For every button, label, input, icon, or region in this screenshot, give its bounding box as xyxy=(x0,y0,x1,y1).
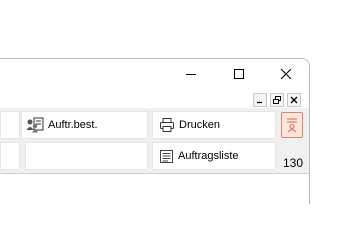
auftragsliste-label: Auftragsliste xyxy=(178,150,239,162)
list-icon xyxy=(160,149,173,163)
mdi-close-icon xyxy=(290,96,298,104)
mdi-close-button[interactable] xyxy=(287,93,301,107)
toolbar-row-2: Auftragsliste 130 xyxy=(0,141,309,172)
auftragsliste-button[interactable]: Auftragsliste xyxy=(156,145,239,167)
drucken-button[interactable]: Drucken xyxy=(156,114,220,136)
row2-cell-left xyxy=(0,142,20,170)
auftr-best-button[interactable]: Auftr.best. xyxy=(23,114,98,136)
record-count: 130 xyxy=(283,156,304,170)
content-area xyxy=(0,173,309,204)
auftr-best-label: Auftr.best. xyxy=(48,119,98,131)
document-person-icon xyxy=(287,118,297,133)
maximize-icon xyxy=(234,68,244,79)
row2-cell xyxy=(25,142,148,170)
toolbar: Auftr.best. Drucken xyxy=(0,110,309,141)
maximize-button[interactable] xyxy=(216,59,262,88)
mdi-minimize-icon xyxy=(257,101,262,104)
mdi-minimize-button[interactable] xyxy=(253,93,267,107)
printer-icon xyxy=(160,118,174,132)
mdi-restore-icon xyxy=(273,96,281,104)
minimize-icon xyxy=(186,73,196,75)
close-button[interactable] xyxy=(263,59,309,88)
red-tool-button[interactable] xyxy=(281,112,303,138)
minimize-button[interactable] xyxy=(168,59,214,88)
title-bar xyxy=(0,59,309,88)
people-document-icon xyxy=(26,117,44,133)
toolbar-cell-left xyxy=(0,111,20,139)
drucken-label: Drucken xyxy=(179,119,220,131)
app-window: Auftr.best. Drucken Auftragsliste 130 xyxy=(0,58,310,204)
mdi-restore-button[interactable] xyxy=(270,93,284,107)
close-icon xyxy=(280,68,292,79)
